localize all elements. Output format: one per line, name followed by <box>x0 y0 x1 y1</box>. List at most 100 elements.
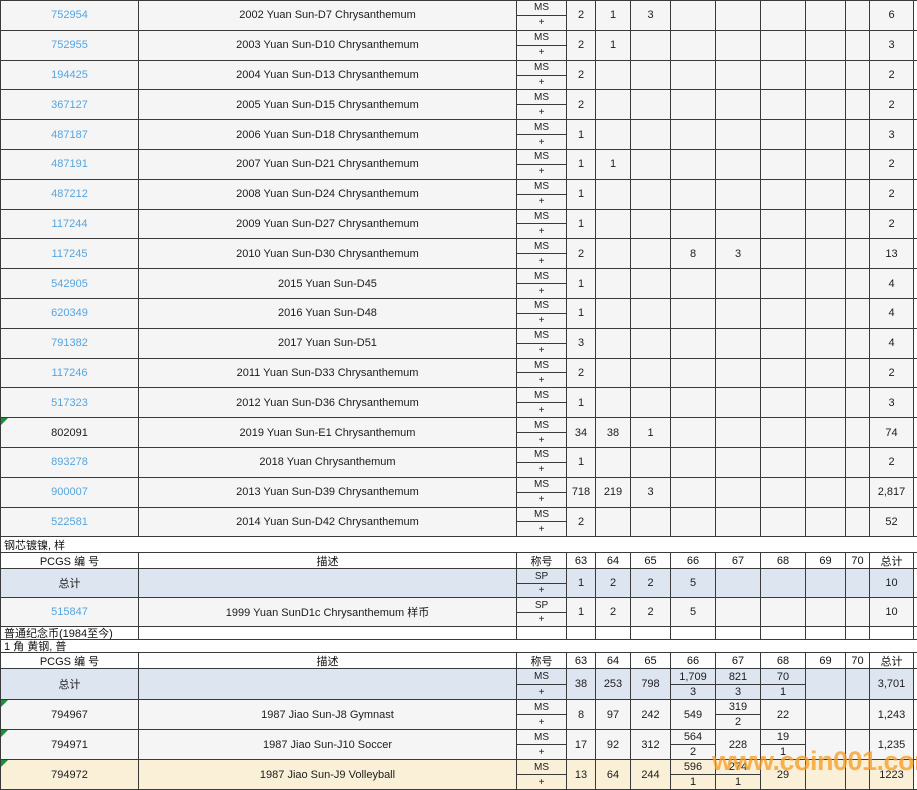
grade-plus-count-text: 3 <box>735 686 741 698</box>
designation-plus-text: + <box>539 464 545 475</box>
pcgs-number-link[interactable]: 517323 <box>51 397 88 409</box>
header-grade-label: 70 <box>851 655 863 667</box>
total-cell: 1223 <box>870 760 914 789</box>
table-row: 7949711987 Jiao Sun-J10 SoccerMS+1792312… <box>0 730 917 760</box>
table-row: 1172452010 Yuan Sun-D30 ChrysanthemumMS+… <box>0 239 917 269</box>
designation-grade-label: MS <box>517 508 566 523</box>
grade-cell-65 <box>631 239 671 268</box>
pcgs-number-cell: 517323 <box>1 388 139 417</box>
pcgs-number-link[interactable]: 515847 <box>51 606 88 618</box>
grade-cell-69 <box>806 120 846 149</box>
designation-plus-label: + <box>517 715 566 729</box>
grade-cell-67: 228 <box>716 730 761 759</box>
description-cell: 2019 Yuan Sun-E1 Chrysanthemum <box>139 418 517 447</box>
description-text: 2003 Yuan Sun-D10 Chrysanthemum <box>236 39 419 51</box>
designation-plus-text: + <box>539 614 545 625</box>
designation-plus-text: + <box>539 315 545 326</box>
grade-cell-70 <box>846 61 870 90</box>
grade-cell-66: 549 <box>671 700 716 729</box>
table-header-row: PCGS 编 号描述称号6364656667686970总计 <box>0 553 917 569</box>
total-count-text: 3 <box>888 129 894 141</box>
grade-cell-63: 1 <box>567 448 596 477</box>
grade-cell-69 <box>806 150 846 179</box>
grade-cell-69 <box>806 448 846 477</box>
header-designation: 称号 <box>517 653 567 668</box>
grade-cell-70 <box>846 210 870 239</box>
designation-plus-text: + <box>539 345 545 356</box>
grade-count-text: 821 <box>729 671 747 683</box>
designation-grade-text: MS <box>534 300 549 311</box>
pcgs-number-link[interactable]: 487191 <box>51 158 88 170</box>
grade-cell-63: 2 <box>567 90 596 119</box>
pcgs-number-link[interactable]: 752955 <box>51 39 88 51</box>
grade-cell-64: 2 <box>596 598 631 626</box>
grade-cell-70 <box>846 730 870 759</box>
pcgs-number-link[interactable]: 117246 <box>52 367 88 379</box>
description-cell: 2014 Yuan Sun-D42 Chrysanthemum <box>139 508 517 537</box>
section-band-empty-cell <box>567 627 596 639</box>
grade-count-text: 5 <box>690 606 696 618</box>
designation-plus-text: + <box>539 777 545 788</box>
description-text: 2007 Yuan Sun-D21 Chrysanthemum <box>236 158 419 170</box>
table-row: 8020912019 Yuan Sun-E1 ChrysanthemumMS+3… <box>0 418 917 448</box>
designation-grade-label: MS <box>517 478 566 493</box>
header-grade-66: 66 <box>671 553 716 568</box>
description-text: 2006 Yuan Sun-D18 Chrysanthemum <box>236 129 419 141</box>
grade-cell-66: 1,7093 <box>671 669 716 699</box>
designation-plus-text: + <box>539 747 545 758</box>
grade-cell-68 <box>761 1 806 30</box>
section-band: 1 角 黄钢, 普 <box>0 640 917 653</box>
header-grade-label: 63 <box>575 555 587 567</box>
grade-cell-63: 3 <box>567 329 596 358</box>
pcgs-number-link[interactable]: 893278 <box>51 456 88 468</box>
table-row: 总计MS+382537981,709382137013,701 <box>0 669 917 700</box>
description-cell <box>139 669 517 699</box>
grade-plus-count-text: 3 <box>690 686 696 698</box>
grade-cell-64 <box>596 269 631 298</box>
grade-cell-65 <box>631 31 671 60</box>
pcgs-number-link[interactable]: 542905 <box>51 278 88 290</box>
grade-count-text: 8 <box>578 709 584 721</box>
grade-cell-63: 1 <box>567 269 596 298</box>
pcgs-number-link[interactable]: 752954 <box>51 9 88 21</box>
pcgs-number-link[interactable]: 117245 <box>52 248 88 260</box>
grade-plus-count: 3 <box>671 685 715 700</box>
description-text: 1987 Jiao Sun-J8 Gymnast <box>261 709 394 721</box>
grade-cell-67 <box>716 508 761 537</box>
pcgs-number-link[interactable]: 522581 <box>51 516 88 528</box>
grade-cell-66 <box>671 61 716 90</box>
grade-cell-67 <box>716 359 761 388</box>
pcgs-number-link[interactable]: 620349 <box>51 307 88 319</box>
total-count-text: 2,817 <box>878 486 906 498</box>
table-row: 7529552003 Yuan Sun-D10 ChrysanthemumMS+… <box>0 31 917 61</box>
grade-cell-64 <box>596 448 631 477</box>
table-row: 4871912007 Yuan Sun-D21 ChrysanthemumMS+… <box>0 150 917 180</box>
designation-cell: MS+ <box>517 508 567 537</box>
description-cell: 2004 Yuan Sun-D13 Chrysanthemum <box>139 61 517 90</box>
description-text: 2014 Yuan Sun-D42 Chrysanthemum <box>236 516 419 528</box>
pcgs-number-cell: 515847 <box>1 598 139 626</box>
pcgs-number-link[interactable]: 487212 <box>51 188 88 200</box>
pcgs-number-link[interactable]: 791382 <box>51 337 88 349</box>
grade-count-text: 2 <box>610 606 616 618</box>
pcgs-number-link[interactable]: 117244 <box>52 218 88 230</box>
pcgs-number-link[interactable]: 900007 <box>51 486 88 498</box>
designation-grade-text: MS <box>534 271 549 282</box>
grade-cell-66 <box>671 210 716 239</box>
grade-cell-65 <box>631 269 671 298</box>
pcgs-number-link[interactable]: 367127 <box>51 99 88 111</box>
total-count-text: 52 <box>885 516 897 528</box>
pcgs-number-link[interactable]: 487187 <box>51 129 88 141</box>
grade-count-text: 19 <box>777 731 789 743</box>
grade-count-text: 274 <box>729 761 747 773</box>
grade-cell-64 <box>596 180 631 209</box>
grade-cell-64 <box>596 359 631 388</box>
section-band: 普通纪念币(1984至今) <box>0 627 917 640</box>
grade-count-text: 3 <box>647 9 653 21</box>
pcgs-number-cell: 367127 <box>1 90 139 119</box>
designation-plus-label: + <box>517 522 566 536</box>
grade-cell-70 <box>846 150 870 179</box>
pcgs-number-link[interactable]: 194425 <box>51 69 88 81</box>
description-cell: 2006 Yuan Sun-D18 Chrysanthemum <box>139 120 517 149</box>
total-count-text: 4 <box>888 337 894 349</box>
